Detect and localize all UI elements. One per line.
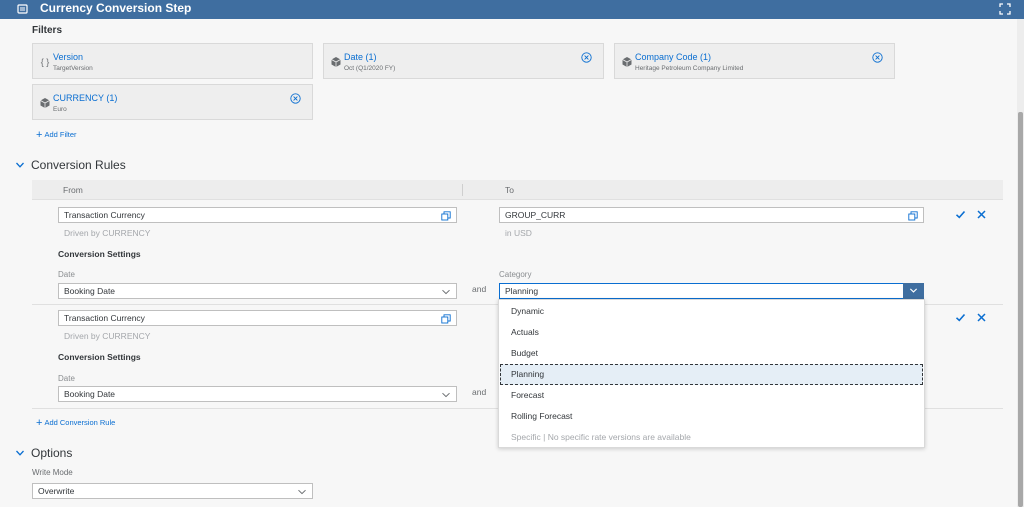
- remove-filter-icon[interactable]: [290, 93, 301, 104]
- remove-filter-icon[interactable]: [581, 52, 592, 63]
- dimension-icon: [40, 98, 50, 108]
- to-currency-subtext: in USD: [505, 228, 532, 238]
- value-help-icon[interactable]: [908, 211, 918, 221]
- filter-name[interactable]: CURRENCY (1): [53, 93, 117, 104]
- chevron-down-icon[interactable]: [15, 160, 25, 170]
- title-bar: Currency Conversion Step: [0, 0, 1024, 19]
- filters-label: Filters: [32, 25, 63, 36]
- window-title: Currency Conversion Step: [40, 1, 192, 15]
- confirm-icon[interactable]: [955, 312, 966, 323]
- date-select[interactable]: Booking Date: [58, 386, 457, 402]
- chevron-down-icon[interactable]: [15, 448, 25, 458]
- date-label: Date: [58, 374, 75, 383]
- rules-table-header: From To: [32, 180, 1003, 200]
- column-header-to: To: [505, 185, 514, 195]
- column-header-from: From: [63, 185, 83, 195]
- conversion-settings-label: Conversion Settings: [58, 249, 141, 259]
- category-select-value: Planning: [505, 286, 539, 296]
- dropdown-option-specific: Specific | No specific rate versions are…: [511, 432, 691, 442]
- filter-card-currency[interactable]: CURRENCY (1) Euro: [32, 84, 313, 120]
- filter-value: Oct (Q1/2020 FY): [344, 65, 396, 72]
- conversion-rules-heading[interactable]: Conversion Rules: [31, 158, 126, 172]
- dimension-icon: [331, 57, 341, 67]
- curly-braces-icon: { }: [40, 57, 50, 67]
- expand-icon[interactable]: [998, 2, 1012, 16]
- date-select-value: Booking Date: [64, 286, 116, 296]
- category-dropdown-list[interactable]: Dynamic Actuals Budget Planning Forecast…: [498, 299, 925, 448]
- dropdown-option-rolling-forecast[interactable]: Rolling Forecast: [500, 406, 923, 427]
- to-currency-value: GROUP_CURR: [505, 210, 566, 220]
- dropdown-option-dynamic[interactable]: Dynamic: [500, 301, 923, 322]
- chevron-down-icon[interactable]: [441, 390, 451, 400]
- from-currency-field[interactable]: Transaction Currency: [58, 310, 457, 326]
- category-dropdown-button[interactable]: [903, 283, 924, 299]
- to-currency-field[interactable]: GROUP_CURR: [499, 207, 924, 223]
- delete-rule-icon[interactable]: [976, 312, 987, 323]
- filter-card-version[interactable]: { } Version TargetVersion: [32, 43, 313, 79]
- currency-conversion-icon: [17, 4, 28, 14]
- dropdown-option-planning[interactable]: Planning: [500, 364, 923, 385]
- dropdown-option-actuals[interactable]: Actuals: [500, 322, 923, 343]
- from-currency-value: Transaction Currency: [64, 313, 145, 323]
- filter-value: Heritage Petroleum Company Limited: [635, 65, 744, 72]
- filter-card-company-code[interactable]: Company Code (1) Heritage Petroleum Comp…: [614, 43, 895, 79]
- date-label: Date: [58, 270, 75, 279]
- add-conversion-rule-label[interactable]: Add Conversion Rule: [44, 418, 115, 427]
- filter-name[interactable]: Version: [53, 52, 83, 63]
- plus-icon: +: [36, 129, 43, 141]
- category-select[interactable]: Planning: [499, 283, 924, 299]
- date-select[interactable]: Booking Date: [58, 283, 457, 299]
- options-heading[interactable]: Options: [31, 446, 72, 460]
- and-label: and: [472, 284, 487, 294]
- plus-icon: +: [36, 417, 43, 429]
- from-currency-subtext: Driven by CURRENCY: [64, 331, 151, 341]
- remove-filter-icon[interactable]: [872, 52, 883, 63]
- value-help-icon[interactable]: [441, 211, 451, 221]
- filter-value: TargetVersion: [53, 65, 93, 72]
- filter-card-date[interactable]: Date (1) Oct (Q1/2020 FY): [323, 43, 604, 79]
- filter-name[interactable]: Date (1): [344, 52, 377, 63]
- conversion-settings-label: Conversion Settings: [58, 352, 141, 362]
- filter-name[interactable]: Company Code (1): [635, 52, 711, 63]
- value-help-icon[interactable]: [441, 314, 451, 324]
- delete-rule-icon[interactable]: [976, 209, 987, 220]
- category-label: Category: [499, 270, 532, 279]
- from-currency-field[interactable]: Transaction Currency: [58, 207, 457, 223]
- from-currency-subtext: Driven by CURRENCY: [64, 228, 151, 238]
- add-filter-link[interactable]: + Add Filter: [36, 129, 77, 141]
- write-mode-label: Write Mode: [32, 468, 73, 477]
- add-filter-label[interactable]: Add Filter: [44, 130, 76, 139]
- from-currency-value: Transaction Currency: [64, 210, 145, 220]
- dropdown-option-budget[interactable]: Budget: [500, 343, 923, 364]
- scrollbar-thumb[interactable]: [1018, 112, 1023, 507]
- dropdown-option-forecast[interactable]: Forecast: [500, 385, 923, 406]
- chevron-down-icon: [909, 288, 918, 293]
- confirm-icon[interactable]: [955, 209, 966, 220]
- dimension-icon: [622, 57, 632, 67]
- write-mode-value: Overwrite: [38, 486, 75, 496]
- chevron-down-icon[interactable]: [441, 287, 451, 297]
- write-mode-select[interactable]: Overwrite: [32, 483, 313, 499]
- add-conversion-rule-link[interactable]: + Add Conversion Rule: [36, 417, 115, 429]
- date-select-value: Booking Date: [64, 389, 116, 399]
- chevron-down-icon[interactable]: [297, 487, 307, 497]
- column-divider: [462, 184, 463, 196]
- filter-value: Euro: [53, 106, 67, 113]
- and-label: and: [472, 387, 487, 397]
